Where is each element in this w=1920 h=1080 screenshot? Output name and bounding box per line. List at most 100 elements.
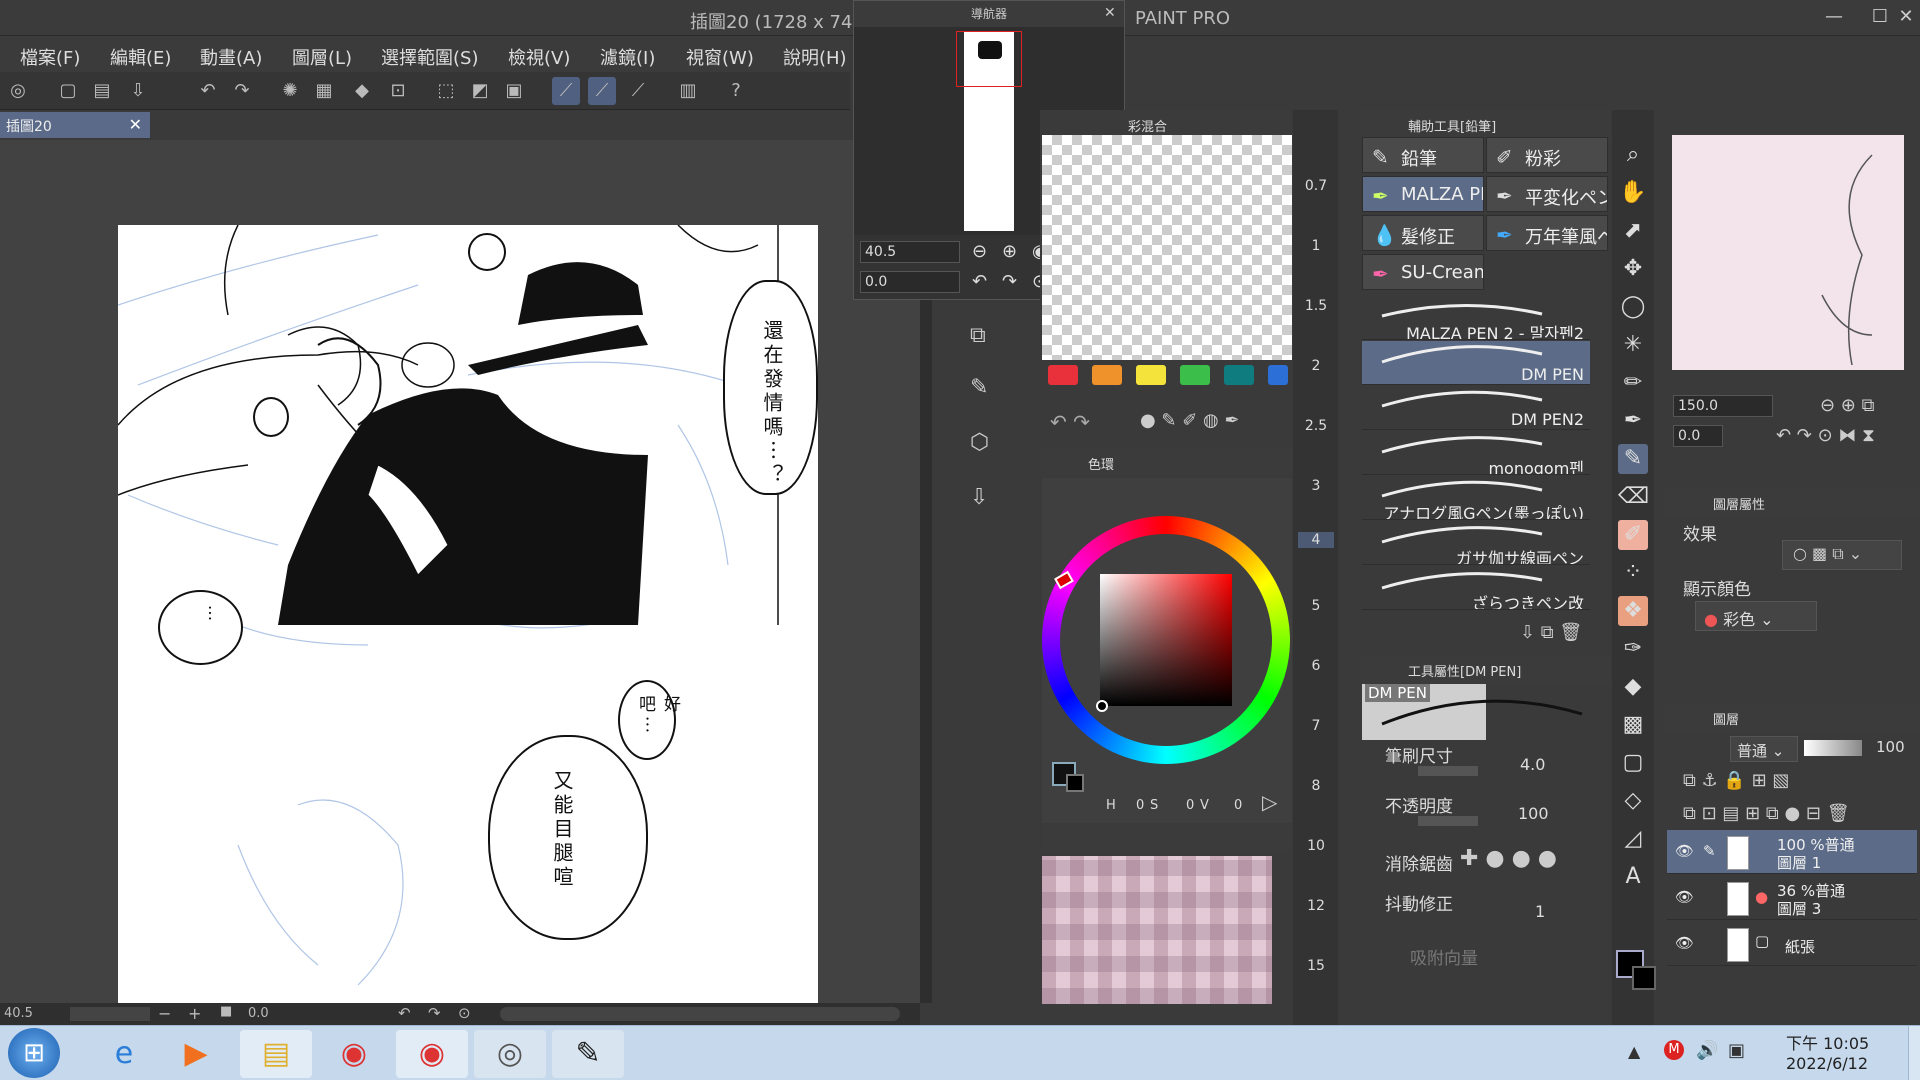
clip-studio-icon[interactable]: ◎	[4, 77, 32, 105]
antivirus-icon[interactable]: M	[1664, 1040, 1684, 1060]
angle-readout[interactable]: 0.0	[248, 1006, 269, 1021]
decoration-tool-icon[interactable]: ❖	[1618, 596, 1648, 626]
clock-time[interactable]: 下午 10:05	[1786, 1030, 1869, 1054]
color-wheel-area[interactable]: H 0 S 0 V 0 ▷	[1042, 478, 1292, 823]
play-icon[interactable]: ▷	[1262, 790, 1277, 814]
saturation-value-square[interactable]	[1100, 574, 1232, 706]
chrome-icon[interactable]: ◉	[318, 1030, 390, 1078]
clock-date[interactable]: 2022/6/12	[1786, 1054, 1868, 1073]
navigator-thumbnail[interactable]	[956, 31, 1022, 231]
gradient-tool-icon[interactable]: ▩	[1618, 710, 1648, 740]
menu-selection[interactable]: 選擇範圍(S)	[381, 44, 478, 70]
close-icon[interactable]: ✕	[1104, 5, 1116, 21]
zoom-tool-icon[interactable]: ⌕	[1618, 140, 1648, 170]
zoom-out-icon[interactable]: −	[158, 1004, 171, 1023]
saturation-value[interactable]: 0	[1186, 798, 1194, 813]
layer-row[interactable]: 👁 ● 36 %普通 圖層 3	[1667, 876, 1917, 920]
save-icon[interactable]: ⇩	[124, 77, 152, 105]
magic-wand-icon[interactable]: ✳	[1618, 330, 1648, 360]
brush-size-option[interactable]: 15	[1298, 958, 1334, 974]
brush-size-option[interactable]: 2	[1298, 358, 1334, 374]
import-icon[interactable]: ⇩	[970, 485, 988, 510]
rotate-right-icon[interactable]: ↷	[428, 1004, 441, 1022]
clear-icon[interactable]: ▦	[310, 77, 338, 105]
close-tab-icon[interactable]: ✕	[129, 115, 142, 134]
navigator-viewport[interactable]	[956, 31, 1022, 87]
volume-icon[interactable]: 🔊	[1696, 1040, 1718, 1061]
zoom-readout[interactable]: 40.5	[4, 1006, 33, 1021]
pen-tool-icon[interactable]: ✒	[1618, 406, 1648, 436]
antialias-options-icon[interactable]: ✚ ● ● ●	[1460, 846, 1557, 871]
color-set-tabs[interactable]	[1042, 825, 1292, 853]
undo-icon[interactable]: ↶ ↷	[1050, 410, 1090, 434]
subtool-actions-icon[interactable]: ⇩ ⧉ 🗑	[1520, 622, 1582, 643]
minimize-button[interactable]: —	[1820, 4, 1848, 30]
airbrush-tool-icon[interactable]: ⁘	[1618, 558, 1648, 588]
zoom-in-icon[interactable]: ⊕	[1002, 241, 1017, 262]
canvas-paper[interactable]: 還在發情嗎︙？ 好吧︙ 又能目腿喧 ︙	[118, 225, 818, 1003]
maximize-button[interactable]: ☐	[1866, 4, 1894, 30]
brush-size-option[interactable]: 4	[1298, 532, 1334, 548]
layer-opacity-slider[interactable]	[1804, 740, 1862, 756]
menu-file[interactable]: 檔案(F)	[20, 44, 80, 70]
start-button-icon[interactable]: ⊞	[8, 1028, 60, 1078]
snap-ruler-icon[interactable]: ⟋	[552, 77, 580, 105]
blend-mode-select[interactable]: 普通 ⌄	[1730, 736, 1798, 762]
brush-size-option[interactable]: 7	[1298, 718, 1334, 734]
swatch[interactable]	[1136, 365, 1166, 385]
opacity-value[interactable]: 100	[1518, 804, 1549, 823]
clip-studio-paint-icon[interactable]: ✎	[552, 1030, 624, 1078]
sub-view-preview[interactable]	[1672, 135, 1904, 370]
display-color-select[interactable]: ● 彩色 ⌄	[1695, 601, 1817, 631]
redo-icon[interactable]: ↷	[228, 77, 256, 105]
subview-zoom-icons[interactable]: ⊖ ⊕ ⧉	[1820, 395, 1874, 416]
network-icon[interactable]: ▣	[1728, 1040, 1745, 1061]
brush-size-option[interactable]: 0.7	[1298, 178, 1334, 194]
swatch[interactable]	[1092, 365, 1122, 385]
brush-tool-icon[interactable]: ✐	[1618, 520, 1648, 550]
pencil-tool-icon[interactable]: ✎	[1618, 444, 1648, 474]
swatch[interactable]	[1224, 365, 1254, 385]
stabilization-value[interactable]: 1	[1535, 902, 1545, 921]
file-explorer-icon[interactable]: ▤	[240, 1030, 312, 1078]
close-button[interactable]: ✕	[1892, 4, 1920, 30]
new-layer-icon[interactable]: ⧉	[970, 323, 986, 348]
figure-tool-icon[interactable]: ▢	[1618, 748, 1648, 778]
clip-studio-icon[interactable]: ◎	[474, 1030, 546, 1078]
menu-window[interactable]: 視窗(W)	[686, 44, 754, 70]
frame-tool-icon[interactable]: ◇	[1618, 786, 1648, 816]
sub-color-chip[interactable]	[1066, 774, 1084, 792]
brush-size-slider[interactable]	[1418, 766, 1478, 776]
eyedropper-icon[interactable]: ✏	[1618, 368, 1648, 398]
menu-view[interactable]: 檢視(V)	[508, 44, 570, 70]
brush-size-option[interactable]: 12	[1298, 898, 1334, 914]
loading-icon[interactable]: ✺	[276, 77, 304, 105]
eraser-tool-icon[interactable]: ⌫	[1618, 482, 1649, 512]
visibility-eye-icon[interactable]: 👁	[1675, 934, 1694, 952]
navigator-zoom-field[interactable]: 40.5	[860, 241, 960, 263]
blend-tool-icon[interactable]: ✑	[1618, 634, 1648, 664]
transform-icon[interactable]: ⊡	[384, 77, 412, 105]
layer-row[interactable]: 👁 ▢ 紙張	[1667, 922, 1917, 966]
rotate-left-icon[interactable]: ↶	[972, 271, 987, 292]
visibility-eye-icon[interactable]: 👁	[1675, 888, 1694, 906]
move-tool-icon[interactable]: ✥	[1618, 254, 1648, 284]
hand-tool-icon[interactable]: ✋	[1618, 178, 1648, 208]
edit-layer-icon[interactable]: ✎	[1703, 842, 1716, 860]
invert-selection-icon[interactable]: ◩	[466, 77, 494, 105]
open-file-icon[interactable]: ▤	[88, 77, 116, 105]
brush-tools-icon[interactable]: ● ✎ ✐ ◍ ✒	[1140, 410, 1240, 431]
brush-size-option[interactable]: 2.5	[1298, 418, 1334, 434]
brush-size-option[interactable]: 10	[1298, 838, 1334, 854]
zoom-slider[interactable]	[70, 1007, 150, 1021]
visibility-eye-icon[interactable]: 👁	[1675, 842, 1694, 860]
lasso-tool-icon[interactable]: ◯	[1618, 292, 1648, 322]
device-icon[interactable]: ▥	[674, 77, 702, 105]
zoom-out-icon[interactable]: ⊖	[972, 241, 987, 262]
brush-size-option[interactable]: 3	[1298, 478, 1334, 494]
swatch[interactable]	[1048, 365, 1078, 385]
snap-vector-label[interactable]: 吸附向量	[1410, 944, 1478, 969]
brush-size-option[interactable]: 1	[1298, 238, 1334, 254]
text-tool-icon[interactable]: A	[1618, 862, 1648, 892]
menu-help[interactable]: 說明(H)	[783, 44, 847, 70]
